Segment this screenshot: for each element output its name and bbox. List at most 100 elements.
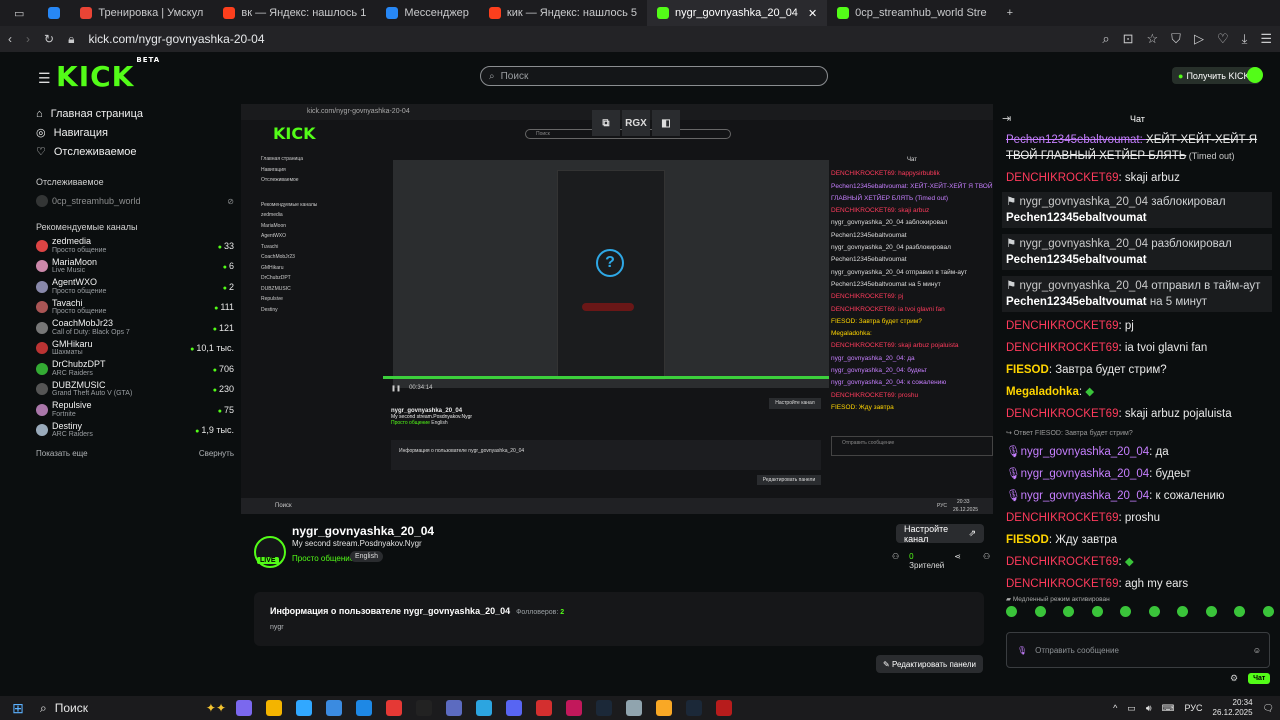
chat-message[interactable]: Pechen12345ebaltvoumat: ХЕЙТ-ХЕЙТ-ХЕЙТ Я… [1006,132,1272,164]
tab-messenger[interactable]: Мессенджер [376,0,479,26]
chat-message[interactable]: FIESOD: Жду завтра [1006,532,1272,548]
emote-icon[interactable] [1262,606,1274,617]
star-icon[interactable]: ☆ [1147,31,1159,47]
emote-icon[interactable] [1120,606,1132,617]
chat-message[interactable]: 🎙︎nygr_govnyashka_20_04: да [1006,444,1272,460]
taskbar-search[interactable]: ⌕ Поиск ✦✦ [36,701,226,716]
taskbar-app-icon[interactable] [296,700,312,716]
sidebar-channel[interactable]: TavachiПросто общение111 [28,297,240,318]
taskbar-clock[interactable]: 20:34 26.12.2025 [1213,698,1253,718]
sidebar-channel[interactable]: DrChubzDPTARC Raiders706 [28,359,240,380]
taskbar-app-icon[interactable] [596,700,612,716]
taskbar-app-icon[interactable] [506,700,522,716]
rgx-label[interactable]: RGX [622,110,650,136]
taskbar-app-icon[interactable] [656,700,672,716]
emote-icon[interactable] [1034,606,1046,617]
zoom-icon[interactable]: ⌕ [1102,31,1109,47]
taskbar-app-icon[interactable] [326,700,342,716]
taskbar-app-icon[interactable] [446,700,462,716]
chat-message[interactable]: ⚑ nygr_govnyashka_20_04 заблокировал Pec… [1002,192,1272,228]
reload-icon[interactable]: ↻ [44,32,54,46]
chat-message[interactable]: DENCHIKROCKET69: pj [1006,318,1272,334]
nav-following[interactable]: ♡ Отслеживаемое [28,142,240,161]
download-icon[interactable]: ⤓ [1242,31,1248,47]
emote-icon[interactable] [1091,606,1103,617]
emote-icon[interactable] [1006,606,1017,617]
shield-icon[interactable]: ⛉ [1171,31,1181,47]
emote-icon[interactable] [1177,606,1189,617]
tune-channel-button[interactable]: Настройте канал ⇗ [896,524,984,544]
taskbar-app-icon[interactable] [386,700,402,716]
search-input[interactable]: ⌕ Поиск [480,66,828,86]
taskbar-app-icon[interactable] [626,700,642,716]
menu-icon[interactable]: ☰ [1260,31,1272,47]
heart-icon[interactable]: ♡ [1217,31,1229,47]
new-tab-button[interactable]: + [997,0,1023,26]
collapse-chat-icon[interactable]: ⇥ [1002,112,1011,125]
tab-yandex-kick[interactable]: кик — Яндекс: нашлось 5 [479,0,647,26]
chat-message[interactable]: FIESOD: Завтра будет стрим? [1006,362,1272,378]
tab-streamhub[interactable]: 0cp_streamhub_world Stre [827,0,996,26]
edit-panels-button[interactable]: ✎ Редактировать панели [876,655,983,673]
notification-icon[interactable]: 🗨︎ [1263,703,1274,714]
follow-icon[interactable]: ⚇ [983,552,990,570]
stream-category[interactable]: Просто общение [292,554,354,563]
taskbar-lang[interactable]: РУС [1184,703,1202,713]
close-icon[interactable]: ✕ [808,7,817,20]
collapse-link[interactable]: Свернуть [199,449,234,458]
taskbar-app-icon[interactable] [266,700,282,716]
share-icon[interactable]: ⋖ [954,552,961,570]
user-avatar[interactable] [1247,67,1263,83]
sidebar-channel[interactable]: DestinyARC Raiders1,9 тыс. [28,420,240,441]
sidebar-channel[interactable]: RepulsiveFortnite75 [28,400,240,421]
tab-kick-icon[interactable] [38,0,70,26]
chat-message[interactable]: 🎙︎nygr_govnyashka_20_04: будеьт [1006,466,1272,482]
sidebar-channel[interactable]: AgentWXOПросто общение2 [28,277,240,298]
chat-message[interactable]: ⚑ nygr_govnyashka_20_04 разблокировал Pe… [1002,234,1272,270]
kick-logo[interactable]: KICKBETA [56,56,159,93]
taskbar-app-icon[interactable] [356,700,372,716]
emote-icon[interactable] [1205,606,1217,617]
show-more-link[interactable]: Показать еще [36,449,88,458]
sidebar-channel[interactable]: zedmediaПросто общение33 [28,236,240,257]
seek-bar[interactable] [383,376,829,379]
chat-message[interactable]: Megaladohka: ◆ [1006,384,1272,400]
chat-message[interactable]: DENCHIKROCKET69: skaji arbuz pojaluista [1006,406,1272,422]
nav-home[interactable]: ⌂ Главная страница [28,104,240,123]
keyboard-icon[interactable]: ⌨ [1161,703,1174,714]
volume-icon[interactable]: 🔊︎ [1146,703,1152,714]
chat-message[interactable]: DENCHIKROCKET69: proshu [1006,510,1272,526]
theater-icon[interactable]: ◧ [652,110,680,136]
chat-message[interactable]: DENCHIKROCKET69: ◆ [1006,554,1272,570]
chat-message[interactable]: ⚑ nygr_govnyashka_20_04 отправил в тайм-… [1002,276,1272,312]
emoji-icon[interactable]: ☺ [1253,646,1261,655]
streamer-name[interactable]: nygr_govnyashka_20_04 [292,524,434,538]
taskbar-app-icon[interactable] [476,700,492,716]
bookmark-icon[interactable]: ⊡ [1123,31,1134,47]
emote-icon[interactable] [1234,606,1246,617]
taskbar-app-icon[interactable] [566,700,582,716]
followed-channel[interactable]: 0cp_streamhub_world ⊘ [28,191,240,212]
emote-icon[interactable] [1148,606,1160,617]
chat-message[interactable]: DENCHIKROCKET69: skaji arbuz [1006,170,1272,186]
chat-message[interactable]: DENCHIKROCKET69: ia tvoi glavni fan [1006,340,1272,356]
sidebar-channel[interactable]: MariaMoonLive Music6 [28,256,240,277]
send-chat-button[interactable]: Чат [1248,673,1271,684]
tab-umskul[interactable]: Тренировка | Умскул [70,0,213,26]
video-player[interactable]: kick.com/nygr-govnyashka-20-04 KICK Поис… [241,104,993,514]
sidebar-channel[interactable]: CoachMobJr23Call of Duty: Black Ops 7121 [28,318,240,339]
chat-input[interactable]: 🎙︎ Отправить сообщение ☺ [1006,632,1270,668]
nav-browse[interactable]: ◎ Навигация [28,123,240,142]
taskbar-app-icon[interactable] [236,700,252,716]
tab-yandex-vk[interactable]: вк — Яндекс: нашлось 1 [213,0,376,26]
tab-current-stream[interactable]: nygr_govnyashka_20_04 ✕ [647,0,828,26]
windows-start-icon[interactable]: ⊞ [0,700,36,717]
chat-message[interactable]: 🎙︎nygr_govnyashka_20_04: к сожалению [1006,488,1272,504]
play-icon[interactable]: ▷ [1194,31,1204,47]
tray-chevron-icon[interactable]: ^ [1113,703,1117,713]
back-icon[interactable]: ‹ [8,32,12,46]
popout-icon[interactable]: ⧉ [592,110,620,136]
emote-icon[interactable] [1063,606,1075,617]
forward-icon[interactable]: › [26,32,30,46]
taskbar-app-icon[interactable] [536,700,552,716]
